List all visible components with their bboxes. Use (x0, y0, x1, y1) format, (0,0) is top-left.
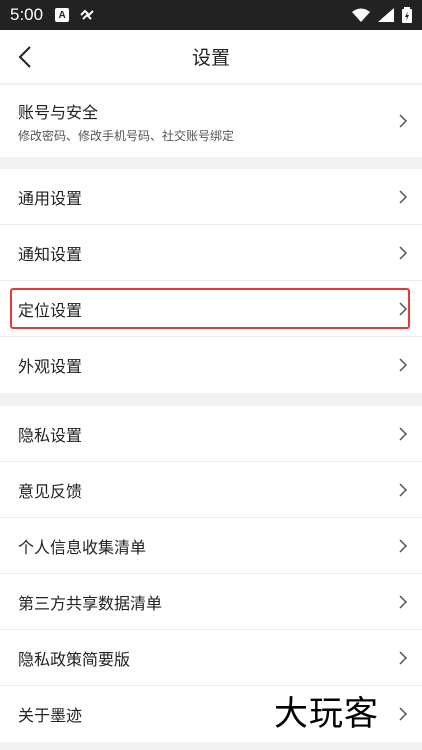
battery-icon (402, 7, 412, 23)
appearance-settings-item[interactable]: 外观设置 (0, 337, 422, 393)
wifi-icon (352, 8, 370, 22)
chevron-right-icon (399, 245, 408, 260)
appearance-settings-label: 外观设置 (18, 357, 83, 376)
chevron-right-icon (399, 650, 408, 665)
chevron-right-icon (399, 538, 408, 553)
page-title: 设置 (191, 47, 230, 69)
privacy-policy-summary-label: 隐私政策简要版 (18, 649, 131, 669)
status-bar: 5:00 A (0, 0, 422, 30)
app-header: 设置 (0, 30, 422, 84)
third-party-data-label: 第三方共享数据清单 (18, 593, 163, 613)
status-time: 5:00 (10, 5, 44, 24)
signal-wave-icon (80, 9, 94, 20)
notification-a-icon: A (55, 8, 70, 22)
general-section: 通用设置 通知设置 定位设置 外观设置 (0, 169, 422, 393)
chevron-right-icon (399, 189, 408, 204)
account-security-item[interactable]: 账号与安全 修改密码、修改手机号码、社交账号绑定 (0, 85, 422, 157)
location-settings-label: 定位设置 (18, 300, 83, 320)
chevron-right-icon (399, 358, 408, 372)
notification-settings-item[interactable]: 通知设置 (0, 225, 422, 281)
personal-info-list-label: 个人信息收集清单 (18, 537, 147, 557)
privacy-settings-item[interactable]: 隐私设置 (0, 406, 422, 462)
feedback-item[interactable]: 意见反馈 (0, 462, 422, 518)
location-settings-item[interactable]: 定位设置 (0, 281, 422, 337)
chevron-right-icon (399, 707, 408, 721)
notification-settings-label: 通知设置 (18, 244, 83, 264)
privacy-policy-summary-item[interactable]: 隐私政策简要版 (0, 630, 422, 686)
chevron-right-icon (399, 114, 408, 128)
cellular-signal-icon (378, 8, 394, 22)
chevron-left-icon (18, 46, 31, 68)
about-label: 关于墨迹 (18, 706, 83, 725)
personal-info-list-item[interactable]: 个人信息收集清单 (0, 518, 422, 574)
general-settings-label: 通用设置 (18, 188, 83, 208)
privacy-settings-label: 隐私设置 (18, 425, 83, 445)
back-button[interactable] (10, 42, 40, 72)
account-security-sublabel: 修改密码、修改手机号码、社交账号绑定 (18, 128, 235, 143)
third-party-data-item[interactable]: 第三方共享数据清单 (0, 574, 422, 630)
chevron-right-icon (399, 301, 408, 316)
general-settings-item[interactable]: 通用设置 (0, 169, 422, 225)
chevron-right-icon (399, 482, 408, 497)
account-security-label: 账号与安全 (18, 102, 99, 122)
feedback-label: 意见反馈 (18, 481, 83, 501)
watermark: 大玩客 (274, 694, 379, 734)
chevron-right-icon (399, 594, 408, 609)
account-section: 账号与安全 修改密码、修改手机号码、社交账号绑定 (0, 85, 422, 157)
chevron-right-icon (399, 426, 408, 441)
